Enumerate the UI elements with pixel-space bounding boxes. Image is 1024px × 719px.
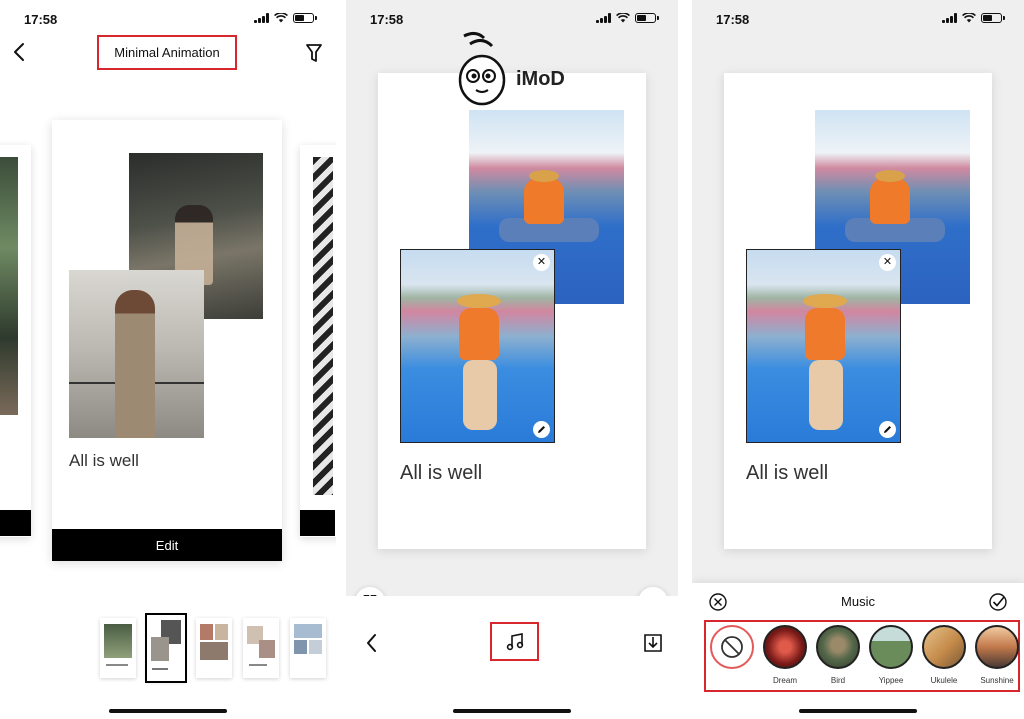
- edit-button[interactable]: Edit: [52, 529, 282, 561]
- remove-photo-icon[interactable]: ✕: [533, 254, 550, 271]
- back-chevron-icon[interactable]: [364, 632, 378, 654]
- track-label: Ukulele: [930, 676, 958, 685]
- remove-photo-icon[interactable]: ✕: [879, 254, 896, 271]
- music-track-list: Dream Bird Yippee Ukulele Sunshine: [704, 620, 1020, 692]
- screenshot-triptych: 17:58 Minimal Animation All is well Edit: [0, 0, 1024, 719]
- template-caption: All is well: [69, 451, 139, 470]
- wifi-icon: [616, 13, 630, 23]
- status-icons: [596, 13, 659, 23]
- template-thumbnail[interactable]: [243, 618, 279, 678]
- yippee-artwork: [869, 625, 913, 669]
- sunshine-artwork: [975, 625, 1019, 669]
- template-thumbnail[interactable]: [290, 618, 326, 678]
- wifi-icon: [962, 13, 976, 23]
- back-chevron-icon[interactable]: [10, 40, 30, 64]
- track-label: Sunshine: [980, 676, 1014, 685]
- watermark-text: iMoD: [516, 68, 565, 90]
- template-thumbnail-selected[interactable]: [145, 613, 187, 683]
- watermark-logo: iMoD: [456, 28, 576, 108]
- edit-photo-icon[interactable]: [533, 421, 550, 438]
- story-caption[interactable]: All is well: [400, 462, 482, 485]
- edit-button-next: [300, 510, 335, 536]
- status-icons: [254, 13, 317, 23]
- status-bar: 17:58: [0, 0, 336, 38]
- home-indicator: [453, 709, 571, 713]
- template-thumbnail-strip: [100, 613, 326, 683]
- track-label: Dream: [772, 676, 797, 685]
- music-button[interactable]: [490, 622, 539, 661]
- battery-icon: [981, 13, 1005, 23]
- ukulele-artwork: [922, 625, 966, 669]
- bird-artwork: [816, 625, 860, 669]
- save-download-icon[interactable]: [642, 632, 664, 654]
- story-photo-bottom[interactable]: ✕: [746, 249, 901, 443]
- track-item-ukulele[interactable]: Ukulele: [921, 625, 967, 685]
- template-photo: [0, 157, 18, 415]
- edit-photo-icon[interactable]: [879, 421, 896, 438]
- template-card-next[interactable]: [300, 145, 336, 537]
- template-browser-screen: 17:58 Minimal Animation All is well Edit: [0, 0, 336, 719]
- filter-icon[interactable]: [302, 40, 326, 66]
- template-thumbnail[interactable]: [196, 618, 232, 678]
- confirm-check-icon[interactable]: [988, 592, 1008, 612]
- music-sheet: Music Dream Bird Yippee Ukulele Sunshine: [692, 583, 1024, 719]
- story-canvas: ✕ All is well: [724, 73, 992, 549]
- edit-button-previous: [0, 510, 31, 536]
- template-card-current[interactable]: All is well Edit: [52, 120, 282, 561]
- track-item-dream[interactable]: Dream: [762, 625, 808, 685]
- status-time: 17:58: [716, 12, 750, 27]
- story-caption[interactable]: All is well: [746, 462, 828, 485]
- signal-icon: [596, 13, 611, 23]
- wifi-icon: [274, 13, 288, 23]
- music-note-icon: [506, 632, 523, 650]
- track-item-yippee[interactable]: Yippee: [868, 625, 914, 685]
- watermark-mascot-icon: [458, 31, 506, 106]
- template-photo-street: [69, 270, 204, 438]
- divider: [678, 0, 692, 719]
- track-items: Dream Bird Yippee Ukulele Sunshine: [709, 625, 1024, 685]
- signal-icon: [254, 13, 269, 23]
- battery-icon: [293, 13, 317, 23]
- no-music-icon: [710, 625, 754, 669]
- template-photo: [313, 157, 333, 495]
- track-item-none[interactable]: [709, 625, 755, 685]
- track-item-sunshine[interactable]: Sunshine: [974, 625, 1020, 685]
- page-title: Minimal Animation: [97, 35, 237, 70]
- status-icons: [942, 13, 1005, 23]
- music-picker-screen: 17:58 ✕ All is well Music Dream Bird Yip…: [692, 0, 1024, 719]
- battery-icon: [635, 13, 659, 23]
- story-canvas: ✕ All is well: [378, 73, 646, 549]
- signal-icon: [942, 13, 957, 23]
- status-time: 17:58: [370, 12, 404, 27]
- status-bar: 17:58: [692, 0, 1024, 38]
- template-card-previous[interactable]: [0, 145, 31, 537]
- dream-artwork: [763, 625, 807, 669]
- track-label: Yippee: [878, 676, 904, 685]
- track-item-bird[interactable]: Bird: [815, 625, 861, 685]
- story-photo-bottom[interactable]: ✕: [400, 249, 555, 443]
- home-indicator: [109, 709, 227, 713]
- home-indicator: [799, 709, 917, 713]
- story-editor-screen: 17:58 ✕ All is well iMoD: [346, 0, 678, 719]
- status-time: 17:58: [24, 12, 58, 27]
- sheet-title: Music: [841, 594, 875, 609]
- track-label: Bird: [830, 676, 846, 685]
- template-thumbnail[interactable]: [100, 618, 136, 678]
- divider: [336, 0, 346, 719]
